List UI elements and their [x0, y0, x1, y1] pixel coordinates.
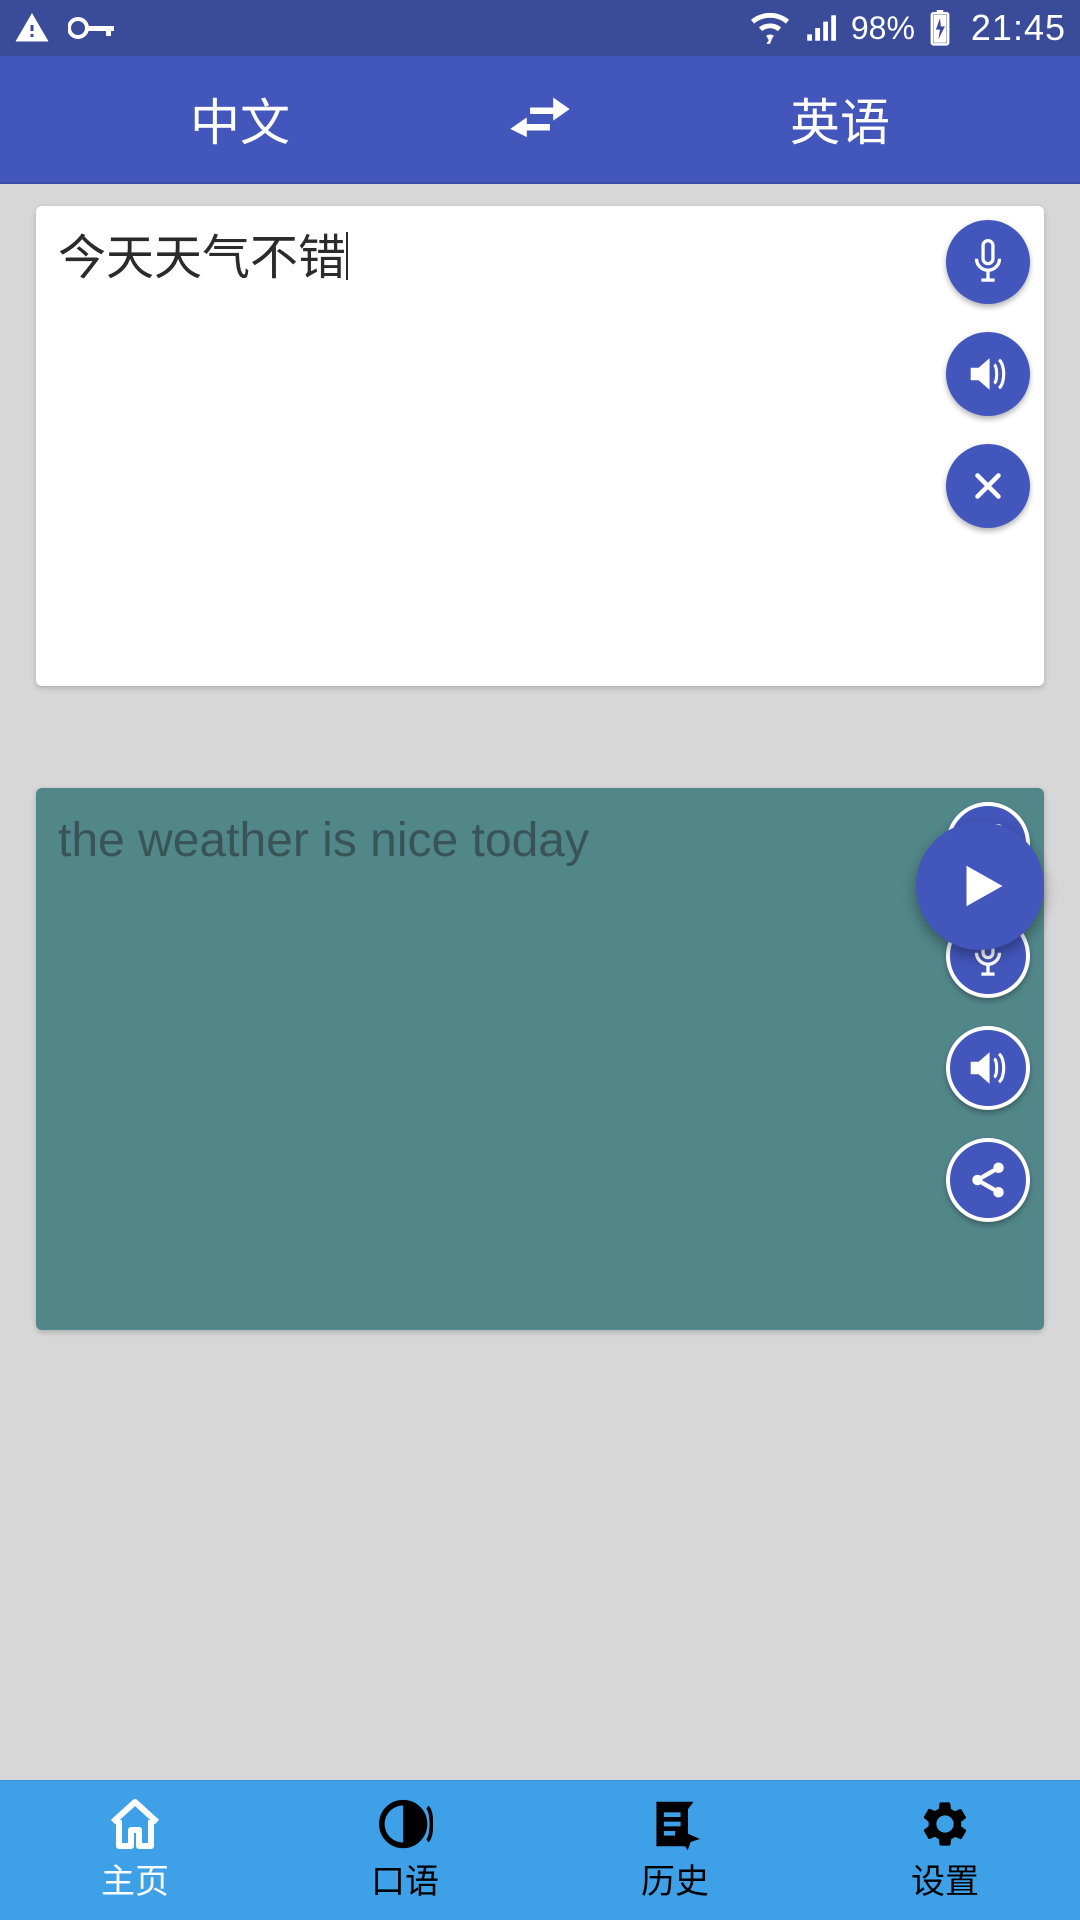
close-icon — [970, 468, 1006, 504]
wifi-icon — [751, 12, 789, 44]
home-icon — [107, 1798, 163, 1850]
clock: 21:45 — [971, 7, 1066, 49]
status-bar: 98% 21:45 — [0, 0, 1080, 56]
speech-icon — [377, 1798, 433, 1850]
bottom-nav: 主页 口语 历史 设置 — [0, 1780, 1080, 1920]
nav-speech[interactable]: 口语 — [270, 1781, 540, 1920]
output-speak-button[interactable] — [946, 1026, 1030, 1110]
signal-icon — [803, 12, 837, 44]
history-icon — [647, 1798, 703, 1850]
microphone-icon — [968, 239, 1008, 285]
nav-home-label: 主页 — [101, 1854, 169, 1903]
speaker-icon — [966, 354, 1010, 394]
warning-icon — [14, 10, 50, 46]
input-actions — [946, 220, 1030, 528]
play-icon — [953, 859, 1007, 913]
speaker-icon — [966, 1048, 1010, 1088]
input-card: 今天天气不错 — [36, 206, 1044, 686]
nav-speech-label: 口语 — [371, 1854, 439, 1903]
settings-icon — [917, 1798, 973, 1850]
swap-icon — [507, 94, 573, 144]
source-language[interactable]: 中文 — [0, 83, 480, 155]
battery-pct: 98% — [851, 10, 915, 47]
target-language[interactable]: 英语 — [600, 83, 1080, 155]
input-text-area[interactable]: 今天天气不错 — [58, 228, 924, 290]
status-left — [14, 10, 116, 46]
share-icon — [967, 1159, 1009, 1201]
text-cursor — [346, 232, 348, 280]
swap-languages-button[interactable] — [480, 94, 600, 144]
input-text: 今天天气不错 — [58, 232, 346, 285]
output-card: the weather is nice today — [36, 788, 1044, 1330]
nav-history[interactable]: 历史 — [540, 1781, 810, 1920]
status-right: 98% 21:45 — [751, 7, 1066, 49]
input-speak-button[interactable] — [946, 332, 1030, 416]
input-mic-button[interactable] — [946, 220, 1030, 304]
cards-area: 今天天气不错 the weat — [0, 184, 1080, 1780]
battery-charging-icon — [929, 10, 951, 46]
nav-settings-label: 设置 — [911, 1854, 979, 1903]
nav-history-label: 历史 — [641, 1854, 709, 1903]
nav-home[interactable]: 主页 — [0, 1781, 270, 1920]
output-share-button[interactable] — [946, 1138, 1030, 1222]
translate-button[interactable] — [916, 822, 1044, 950]
input-clear-button[interactable] — [946, 444, 1030, 528]
key-icon — [68, 14, 116, 42]
nav-settings[interactable]: 设置 — [810, 1781, 1080, 1920]
language-header: 中文 英语 — [0, 56, 1080, 184]
output-text: the weather is nice today — [58, 810, 924, 872]
